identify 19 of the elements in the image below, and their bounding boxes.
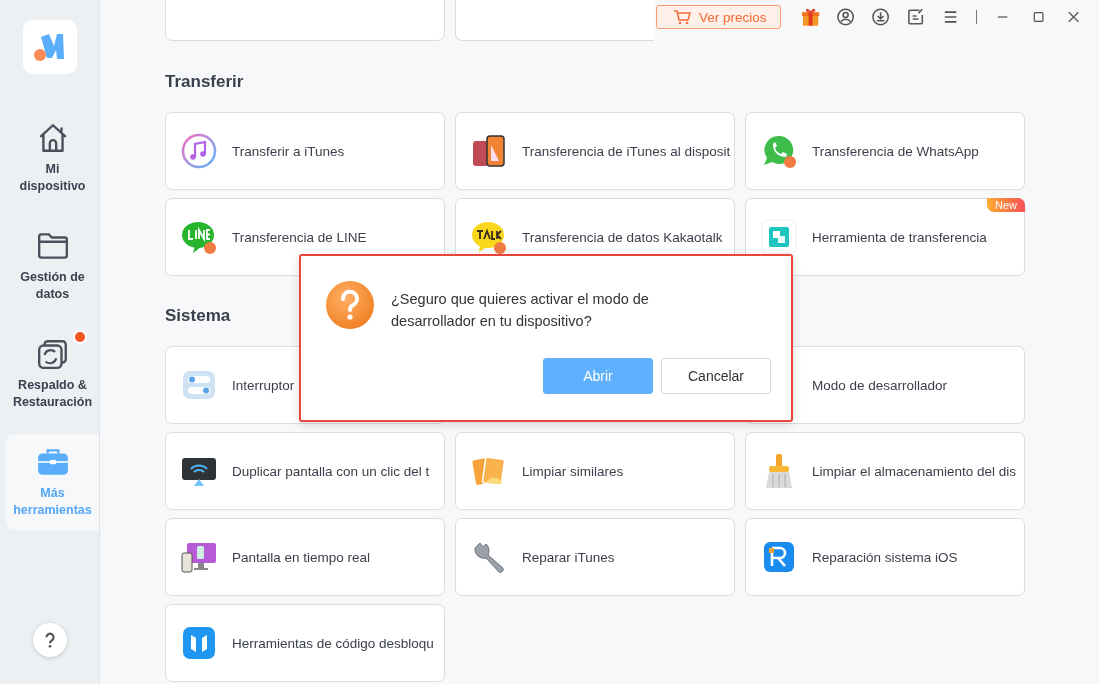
tool-card[interactable]: Reparar iTunes xyxy=(455,518,735,596)
tool-card[interactable]: Limpiar similares xyxy=(455,432,735,510)
tool-card[interactable]: Transferencia de WhatsApp xyxy=(745,112,1025,190)
sidebar-item[interactable]: Respaldo & Restauración xyxy=(6,326,99,422)
tool-card[interactable]: Reparación sistema iOS xyxy=(745,518,1025,596)
sidebar-item[interactable]: Mi dispositivo xyxy=(6,110,99,206)
new-badge: New xyxy=(987,198,1025,212)
tool-card[interactable]: Herramientas de código desbloqu xyxy=(165,604,445,682)
tool-card[interactable]: Pantalla en tiempo real xyxy=(165,518,445,596)
tool-card[interactable]: Limpiar el almacenamiento del dis xyxy=(745,432,1025,510)
dialog-message: ¿Seguro que quieres activar el modo de desarrollador en tu dispositivo? xyxy=(391,290,650,331)
section-title: Sistema xyxy=(165,305,231,327)
sidebar-item[interactable]: Gestión de datos xyxy=(6,218,99,314)
tool-card[interactable]: Transferir a iTunes xyxy=(165,112,445,190)
tool-card[interactable]: Duplicar pantalla con un clic del t xyxy=(165,432,445,510)
section-title: Transferir xyxy=(165,71,244,93)
tool-card[interactable]: Herramienta de transferencia New xyxy=(745,198,1025,276)
tool-card[interactable]: Transferencia de iTunes al disposit xyxy=(455,112,735,190)
cancel-button[interactable]: Cancelar xyxy=(661,358,771,394)
